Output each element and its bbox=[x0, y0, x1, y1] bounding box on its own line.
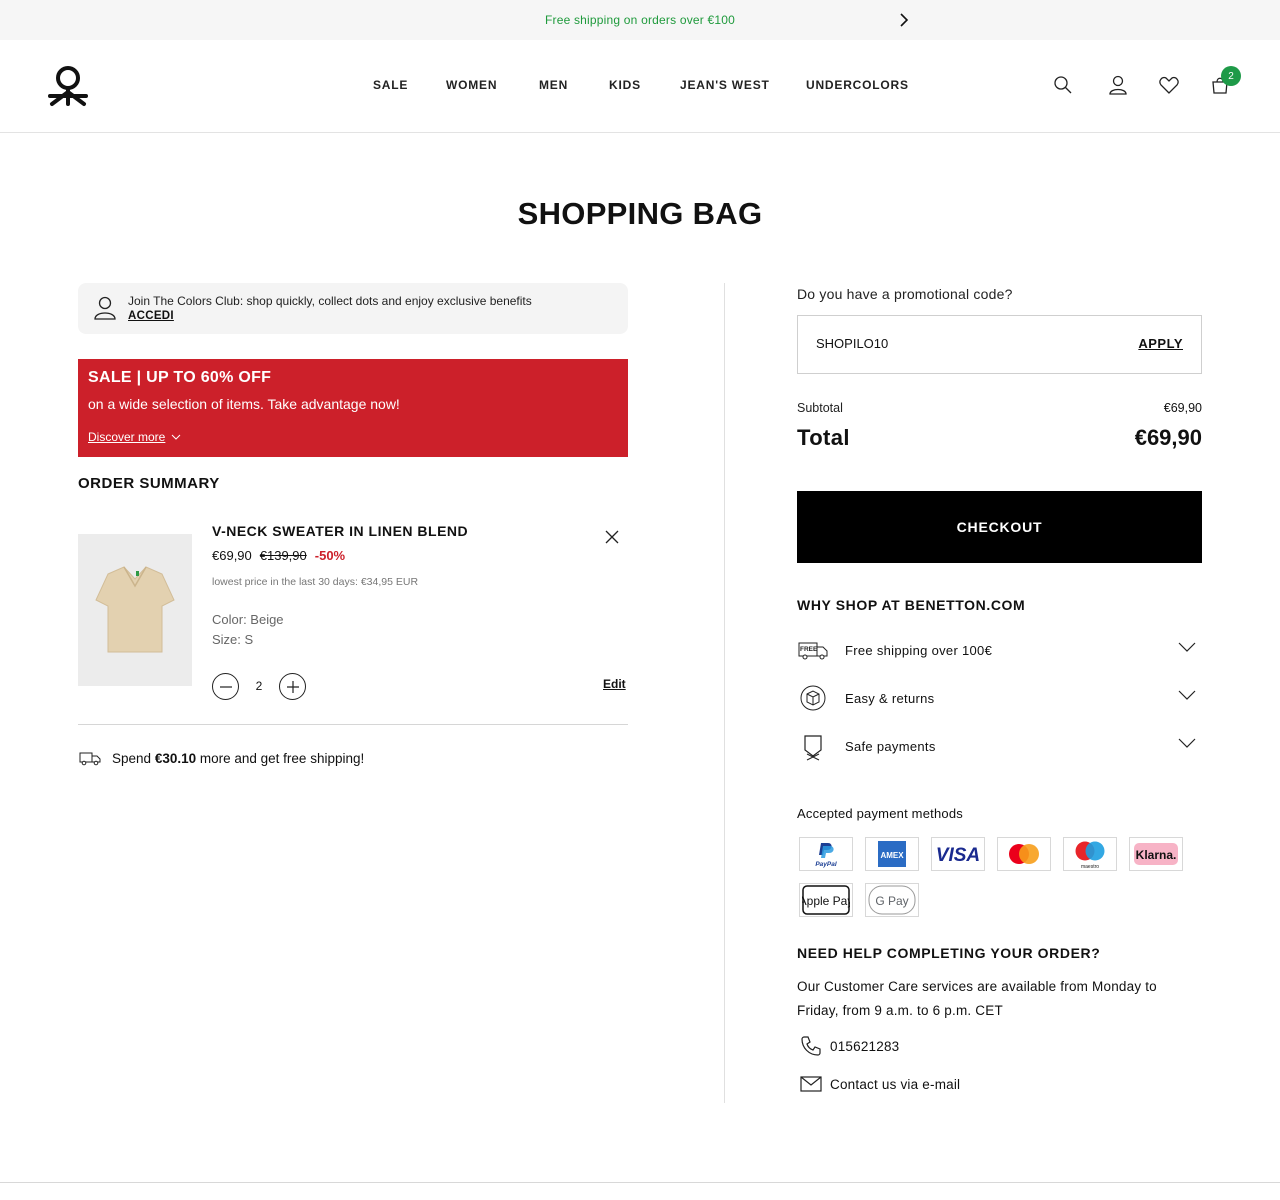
google-pay-icon: G Pay bbox=[865, 883, 919, 917]
email-link-label: Contact us via e-mail bbox=[830, 1076, 961, 1092]
returns-box-icon bbox=[797, 682, 829, 714]
total-value: €69,90 bbox=[1134, 425, 1202, 450]
free-shipping-icon: FREE bbox=[797, 634, 829, 666]
nav-kids[interactable]: KIDS bbox=[609, 78, 641, 92]
shipping-amount: €30.10 bbox=[154, 750, 197, 766]
help-text: Our Customer Care services are available… bbox=[797, 979, 1157, 1018]
shipping-prefix: Spend bbox=[112, 750, 152, 766]
club-text: Join The Colors Club: shop quickly, coll… bbox=[128, 294, 532, 308]
maestro-label: maestro bbox=[1081, 864, 1099, 869]
why-safe-payments[interactable]: Safe payments bbox=[797, 730, 1202, 762]
product-image[interactable] bbox=[78, 534, 192, 686]
chevron-down-icon bbox=[172, 434, 181, 440]
chevron-right-icon[interactable] bbox=[894, 11, 912, 29]
remove-item-close-icon[interactable] bbox=[603, 528, 621, 546]
paypal-icon: PayPal bbox=[799, 837, 853, 871]
envelope-icon bbox=[800, 1076, 822, 1092]
why-easy-returns[interactable]: Easy & returns bbox=[797, 682, 1202, 714]
phone-icon bbox=[801, 1036, 821, 1056]
footer-divider bbox=[0, 1182, 1280, 1183]
nav-sale[interactable]: SALE bbox=[373, 78, 408, 92]
current-price: €69,90 bbox=[212, 548, 252, 563]
user-icon bbox=[93, 295, 117, 321]
account-icon[interactable] bbox=[1107, 74, 1129, 96]
plus-icon bbox=[286, 680, 299, 693]
payment-methods-title: Accepted payment methods bbox=[797, 806, 963, 821]
subtotal-value: €69,90 bbox=[1163, 401, 1202, 415]
nav-undercolors[interactable]: UNDERCOLORS bbox=[806, 78, 909, 92]
quantity-decrease-button[interactable] bbox=[212, 673, 239, 700]
site-header: SALE WOMEN MEN KIDS JEAN'S WEST UNDERCOL… bbox=[0, 40, 1280, 133]
colors-club-banner: Join The Colors Club: shop quickly, coll… bbox=[78, 283, 628, 334]
google-pay-label: G Pay bbox=[875, 894, 908, 908]
minus-icon bbox=[219, 685, 232, 688]
apple-pay-icon: Apple Pay bbox=[799, 883, 853, 917]
why-free-shipping[interactable]: FREE Free shipping over 100€ bbox=[797, 634, 1202, 666]
discount-badge: -50% bbox=[314, 548, 346, 563]
discover-more-label: Discover more bbox=[88, 430, 166, 444]
chevron-down-icon bbox=[1178, 688, 1196, 702]
wishlist-heart-icon[interactable] bbox=[1158, 74, 1180, 96]
announcement-text: Free shipping on orders over €100 bbox=[544, 13, 736, 27]
maestro-icon: maestro bbox=[1063, 837, 1117, 871]
benetton-logo[interactable] bbox=[46, 64, 90, 108]
order-summary-title: ORDER SUMMARY bbox=[78, 475, 220, 492]
discover-more-link[interactable]: Discover more bbox=[88, 430, 181, 444]
subtotal-label: Subtotal bbox=[797, 401, 843, 415]
nav-women[interactable]: WOMEN bbox=[446, 78, 497, 92]
sale-title: SALE | UP TO 60% OFF bbox=[88, 369, 272, 386]
paypal-label: PayPal bbox=[815, 861, 837, 868]
product-name[interactable]: V-NECK SWEATER IN LINEN BLEND bbox=[212, 523, 468, 539]
help-title: NEED HELP COMPLETING YOUR ORDER? bbox=[797, 945, 1101, 961]
checkout-button[interactable]: CHECKOUT bbox=[797, 491, 1202, 563]
column-separator bbox=[724, 283, 725, 1103]
visa-icon: VISA bbox=[931, 837, 985, 871]
shield-icon bbox=[797, 730, 829, 762]
mastercard-icon bbox=[997, 837, 1051, 871]
promo-question: Do you have a promotional code? bbox=[797, 286, 1013, 302]
email-contact[interactable]: Contact us via e-mail bbox=[800, 1075, 960, 1093]
apple-pay-label: Apple Pay bbox=[802, 894, 850, 908]
club-login-link[interactable]: ACCEDI bbox=[128, 310, 174, 322]
klarna-icon: Klarna. bbox=[1129, 837, 1183, 871]
visa-label: VISA bbox=[936, 845, 980, 865]
edit-item-link[interactable]: Edit bbox=[603, 677, 626, 691]
cart-count-badge: 2 bbox=[1221, 66, 1241, 86]
chevron-down-icon bbox=[1178, 736, 1196, 750]
quantity-value: 2 bbox=[255, 679, 263, 693]
product-size: Size: S bbox=[212, 632, 254, 647]
klarna-label: Klarna. bbox=[1136, 848, 1177, 862]
divider bbox=[78, 724, 628, 725]
shipping-suffix: more and get free shipping! bbox=[199, 750, 365, 766]
promo-code-input[interactable] bbox=[816, 336, 1096, 351]
search-icon[interactable] bbox=[1052, 74, 1074, 96]
promo-code-box: APPLY bbox=[797, 315, 1202, 374]
why-shop-title: WHY SHOP AT BENETTON.COM bbox=[797, 597, 1026, 613]
lowest-price-note: lowest price in the last 30 days: €34,95… bbox=[212, 576, 419, 588]
nav-jeans-west[interactable]: JEAN'S WEST bbox=[680, 78, 770, 92]
amex-icon: AMEX bbox=[865, 837, 919, 871]
why-easy-returns-label: Easy & returns bbox=[845, 691, 935, 706]
apply-promo-button[interactable]: APPLY bbox=[1138, 336, 1183, 351]
original-price: €139,90 bbox=[259, 548, 307, 563]
phone-number: 015621283 bbox=[830, 1038, 900, 1054]
phone-contact[interactable]: 015621283 bbox=[800, 1035, 899, 1057]
sale-subtitle: on a wide selection of items. Take advan… bbox=[88, 396, 400, 412]
free-shipping-progress: Spend €30.10 more and get free shipping! bbox=[78, 749, 364, 767]
chevron-down-icon bbox=[1178, 640, 1196, 654]
quantity-increase-button[interactable] bbox=[279, 673, 306, 700]
sale-banner: SALE | UP TO 60% OFF on a wide selection… bbox=[78, 359, 628, 457]
nav-men[interactable]: MEN bbox=[539, 78, 568, 92]
product-prices: €69,90 €139,90 -50% bbox=[212, 548, 345, 563]
page-title: SHOPPING BAG bbox=[517, 196, 763, 231]
amex-label: AMEX bbox=[880, 851, 904, 860]
product-color: Color: Beige bbox=[212, 612, 284, 627]
why-free-shipping-label: Free shipping over 100€ bbox=[845, 643, 993, 658]
why-safe-payments-label: Safe payments bbox=[845, 739, 936, 754]
announcement-bar: Free shipping on orders over €100 bbox=[0, 0, 1280, 40]
delivery-truck-icon bbox=[79, 752, 101, 766]
total-label: Total bbox=[797, 425, 850, 450]
svg-text:FREE: FREE bbox=[800, 646, 818, 653]
